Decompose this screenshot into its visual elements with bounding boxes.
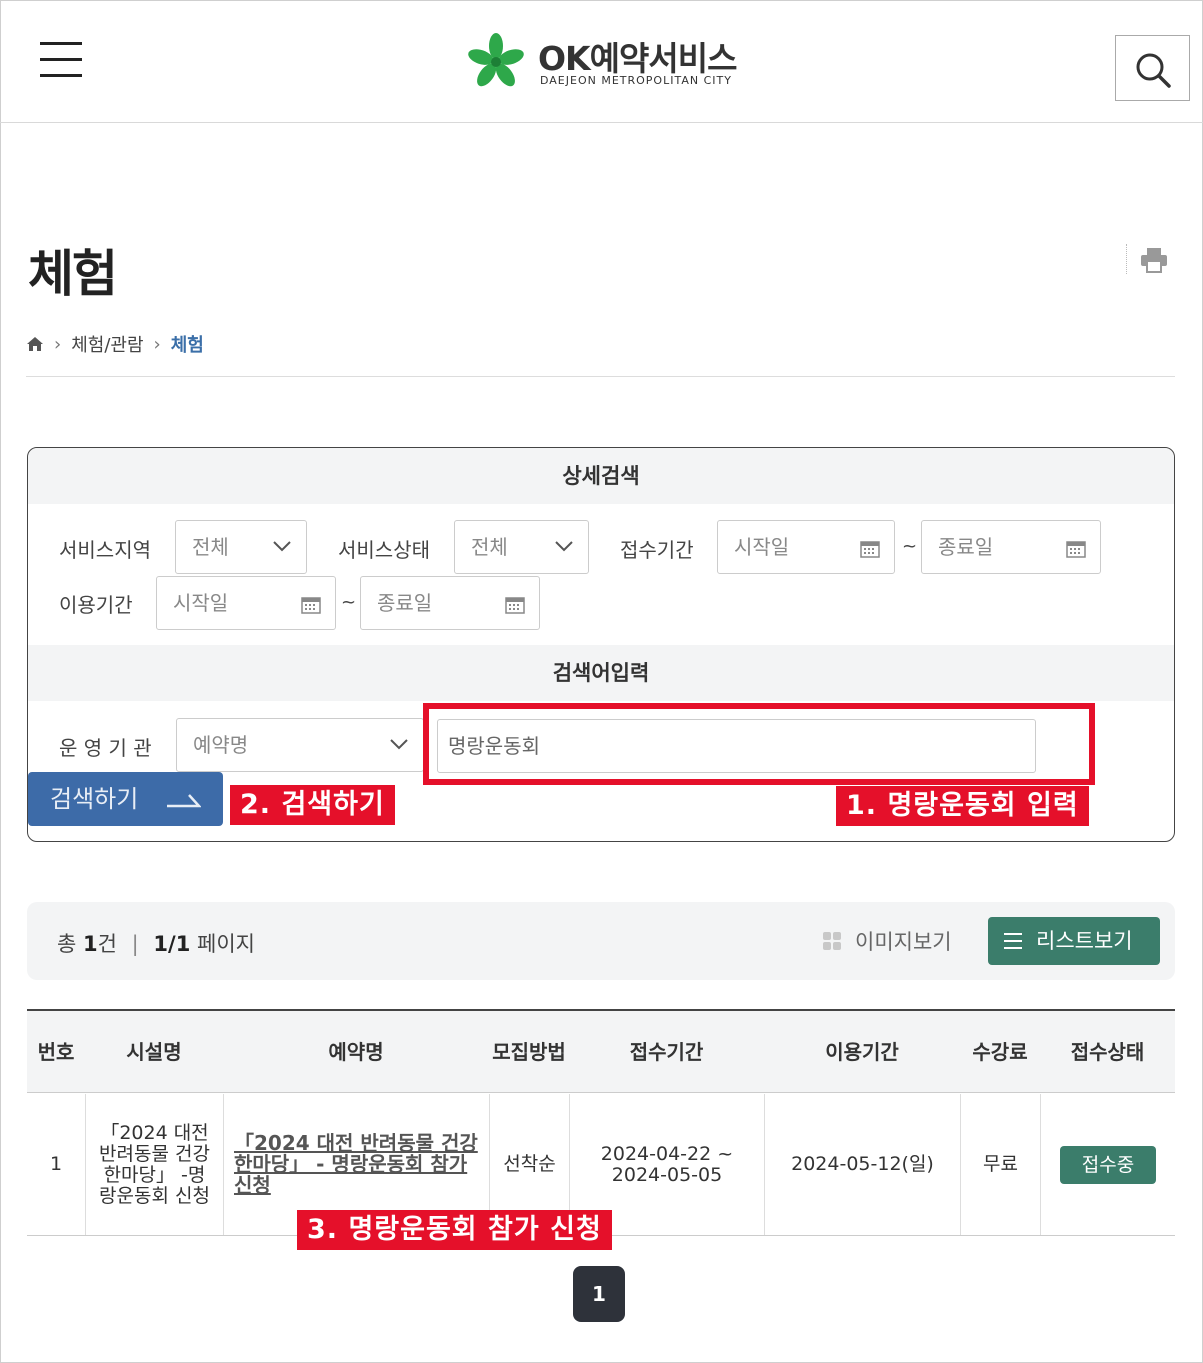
- header-number: 번호: [37, 1040, 75, 1064]
- image-view-toggle[interactable]: 이미지보기: [823, 926, 952, 956]
- list-icon: [1004, 933, 1022, 949]
- annotation-step3: 3. 명랑운동회 참가 신청: [297, 1210, 612, 1250]
- print-icon[interactable]: [1140, 246, 1168, 274]
- cell-usage-period: 2024-05-12(일): [764, 1094, 960, 1235]
- header-fee: 수강료: [972, 1040, 1028, 1064]
- results-summary-bar: 총 1건 | 1/1 페이지 이미지보기 리스트보기: [27, 902, 1175, 980]
- cell-number: 1: [49, 1153, 63, 1175]
- image-view-label: 이미지보기: [855, 930, 952, 954]
- count-divider: |: [131, 932, 139, 956]
- keyword-type-value: 예약명: [193, 733, 249, 757]
- search-button-label: 검색하기: [50, 785, 139, 813]
- header-search-button[interactable]: [1115, 35, 1190, 101]
- region-select-value: 전체: [192, 535, 229, 559]
- cell-fee: 무료: [960, 1094, 1040, 1235]
- usage-start-placeholder: 시작일: [173, 591, 229, 615]
- chevron-down-icon: [273, 541, 291, 552]
- divider: [26, 376, 1175, 377]
- reception-start-date[interactable]: 시작일: [717, 520, 895, 574]
- cell-facility: 「2024 대전 반려동물 건강한마당」 -명랑운동회 신청: [85, 1094, 223, 1235]
- search-icon: [1136, 53, 1171, 88]
- result-count: 총 1건 | 1/1 페이지: [57, 928, 255, 958]
- reservation-link[interactable]: 「2024 대전 반려동물 건강한마당」 - 명랑운동회 참가신청: [234, 1133, 479, 1196]
- organization-label: 운 영 기 관: [59, 736, 152, 760]
- pagination-page-1[interactable]: 1: [573, 1266, 625, 1322]
- annotation-step1: 1. 명랑운동회 입력: [836, 786, 1089, 826]
- reception-end-placeholder: 종료일: [938, 535, 994, 559]
- chevron-right-icon: ›: [153, 333, 161, 355]
- region-label: 서비스지역: [59, 538, 151, 562]
- keyword-heading: 검색어입력: [28, 645, 1174, 701]
- logo-star-icon: [468, 33, 524, 87]
- grid-icon: [823, 932, 841, 950]
- range-tilde: ~: [341, 592, 357, 613]
- header-usage-period: 이용기간: [825, 1040, 899, 1064]
- page-info: 1/1: [153, 932, 191, 956]
- header-reservation-name: 예약명: [328, 1040, 384, 1064]
- total-suffix: 건: [97, 932, 117, 956]
- hamburger-menu-icon[interactable]: [40, 42, 82, 78]
- calendar-icon[interactable]: [860, 540, 880, 558]
- status-select[interactable]: 전체: [454, 520, 589, 574]
- usage-end-date[interactable]: 종료일: [360, 576, 540, 630]
- total-count: 1: [83, 932, 98, 956]
- chevron-down-icon: [555, 541, 573, 552]
- total-prefix: 총: [57, 932, 77, 956]
- divider: [1126, 244, 1127, 274]
- status-select-value: 전체: [471, 535, 508, 559]
- calendar-icon[interactable]: [505, 596, 525, 614]
- breadcrumb-item-current[interactable]: 체험: [171, 331, 204, 357]
- usage-period-label: 이용기간: [59, 593, 133, 617]
- logo-title: OK예약서비스: [538, 39, 737, 78]
- region-select[interactable]: 전체: [175, 520, 307, 574]
- header-reception-period: 접수기간: [629, 1040, 704, 1064]
- logo-subtitle: DAEJEON METROPOLITAN CITY: [540, 74, 732, 87]
- annotation-step2: 2. 검색하기: [230, 785, 395, 825]
- home-icon[interactable]: [26, 336, 44, 352]
- range-tilde: ~: [902, 536, 918, 557]
- breadcrumb-item-experience-viewing[interactable]: 체험/관람: [71, 331, 143, 357]
- table-header-row: 번호 시설명 예약명 모집방법 접수기간 이용기간 수강료 접수상태: [27, 1011, 1175, 1093]
- status-label: 서비스상태: [338, 538, 430, 562]
- header-facility: 시설명: [126, 1040, 182, 1064]
- reception-period-label: 접수기간: [620, 538, 694, 562]
- reception-end-date[interactable]: 종료일: [921, 520, 1101, 574]
- search-submit-button[interactable]: 검색하기: [28, 772, 223, 826]
- status-badge[interactable]: 접수중: [1059, 1145, 1157, 1184]
- site-logo[interactable]: OK예약서비스 DAEJEON METROPOLITAN CITY: [466, 32, 746, 92]
- breadcrumb: › 체험/관람 › 체험: [26, 330, 204, 358]
- header-status: 접수상태: [1070, 1040, 1145, 1064]
- usage-end-placeholder: 종료일: [377, 591, 433, 615]
- header-method: 모집방법: [492, 1040, 566, 1064]
- cell-status: 접수중: [1040, 1094, 1175, 1235]
- arrow-right-icon: [167, 794, 201, 808]
- calendar-icon[interactable]: [301, 596, 321, 614]
- keyword-type-select[interactable]: 예약명: [176, 718, 424, 772]
- usage-start-date[interactable]: 시작일: [156, 576, 336, 630]
- page-suffix: 페이지: [197, 932, 255, 956]
- list-view-toggle[interactable]: 리스트보기: [988, 917, 1160, 965]
- annotation-box-keyword: [423, 703, 1095, 785]
- chevron-right-icon: ›: [54, 333, 62, 355]
- calendar-icon[interactable]: [1066, 540, 1086, 558]
- page-title: 체험: [28, 245, 118, 303]
- detail-search-heading: 상세검색: [28, 448, 1174, 504]
- list-view-label: 리스트보기: [1036, 929, 1133, 953]
- chevron-down-icon: [390, 739, 408, 750]
- site-header: OK예약서비스 DAEJEON METROPOLITAN CITY: [0, 0, 1203, 123]
- reception-start-placeholder: 시작일: [734, 535, 790, 559]
